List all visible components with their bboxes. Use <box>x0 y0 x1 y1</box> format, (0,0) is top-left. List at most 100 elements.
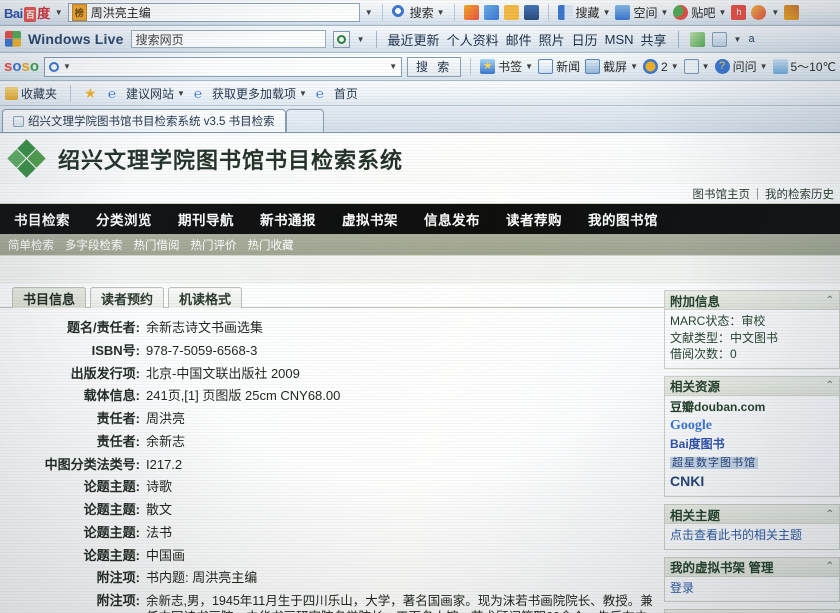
live-link-calendar[interactable]: 日历 <box>572 30 598 49</box>
windows-live-brand: Windows Live <box>28 31 124 47</box>
panel-header[interactable]: 附加信息 ⌃ <box>665 291 839 310</box>
subnav-item-popular-favorites[interactable]: 热门收藏 <box>248 237 294 253</box>
field-value[interactable]: 法书 <box>146 525 658 541</box>
page-title: 绍兴文理学院图书馆书目检索系统 <box>58 148 404 173</box>
chevron-up-icon[interactable]: ⌃ <box>826 561 834 572</box>
video-icon[interactable] <box>523 5 539 20</box>
subnav-item-multifield-search[interactable]: 多字段检索 <box>65 237 123 253</box>
field-value[interactable]: 余新志 <box>146 434 658 450</box>
zhidao-icon[interactable] <box>503 5 519 20</box>
suggested-sites-button[interactable]: ℮ 建议网站 ▼ <box>108 85 185 102</box>
nav-item-virtual-shelf[interactable]: 虚拟书架 <box>342 209 398 229</box>
favorites-button[interactable]: 收藏夹 <box>5 85 57 102</box>
baidu-search-button[interactable]: 搜索 ▼ <box>391 4 445 21</box>
link-library-home[interactable]: 图书馆主页 <box>693 186 751 202</box>
chevron-down-icon[interactable]: ▼ <box>389 62 397 71</box>
panel-header[interactable]: 我的虚拟书架 管理 ⌃ <box>665 557 839 577</box>
tab-reader-reservation[interactable]: 读者预约 <box>90 287 165 308</box>
field-label: 载体信息: <box>83 388 140 404</box>
baidu-tieba-button[interactable]: 贴吧 ▼ <box>673 4 726 21</box>
chevron-down-icon[interactable]: ▼ <box>357 35 365 44</box>
homepage-button[interactable]: ℮ 首页 <box>316 85 358 102</box>
tab-marc-format[interactable]: 机读格式 <box>168 287 243 308</box>
baidu-soucang-button[interactable]: 搜藏 ▼ <box>557 4 610 21</box>
nav-item-reader-recommend[interactable]: 读者荐购 <box>506 209 562 229</box>
translate-icon[interactable]: a <box>748 32 763 47</box>
live-link-profile[interactable]: 个人资料 <box>447 30 499 49</box>
message-icon[interactable] <box>751 5 767 20</box>
soso-gift-button[interactable]: 2 ▼ <box>643 59 679 74</box>
page-content: 绍兴文理学院图书馆书目检索系统 图书馆主页 | 我的检索历史 书目检索 分类浏览… <box>0 134 840 613</box>
baidu-search-input[interactable]: 榜 周洪亮主编 <box>67 3 360 22</box>
live-link-mail[interactable]: 邮件 <box>506 30 532 49</box>
soso-capture-button[interactable]: 截屏 ▼ <box>585 58 638 75</box>
chevron-down-icon[interactable]: ▼ <box>55 8 63 17</box>
nav-item-category-browse[interactable]: 分类浏览 <box>96 209 152 229</box>
soso-logo[interactable]: soso <box>4 58 39 75</box>
news-icon <box>538 59 554 74</box>
content-area: 书目信息 读者预约 机读格式 题名/责任者: 余新志诗文书画选集 ISBN号: … <box>0 284 840 613</box>
soso-weather-widget[interactable]: 5～10℃ <box>772 58 836 75</box>
chevron-up-icon[interactable]: ⌃ <box>826 380 834 391</box>
star-yellow-icon[interactable]: ★ <box>84 85 99 101</box>
live-link-msn[interactable]: MSN <box>605 32 634 47</box>
baidu-logo[interactable]: Bai 百度 <box>4 3 50 22</box>
field-value: 书内题: 周洪亮主编 <box>146 570 258 586</box>
soso-news-button[interactable]: 新闻 <box>538 58 580 75</box>
hi-icon[interactable]: h <box>731 5 747 20</box>
nav-item-catalog-search[interactable]: 书目检索 <box>14 209 70 229</box>
panel-header[interactable]: 相关资源 ⌃ <box>665 376 839 396</box>
field-value[interactable]: 诗歌 <box>146 479 658 495</box>
chevron-up-icon[interactable]: ⌃ <box>826 509 834 520</box>
resource-link-google[interactable]: Google <box>670 416 834 436</box>
subnav-item-popular-borrow[interactable]: 热门借阅 <box>134 237 180 253</box>
soso-wenwen-button[interactable]: ? 问问 ▼ <box>714 58 768 75</box>
chevron-down-icon[interactable]: ▼ <box>734 35 742 44</box>
field-value[interactable]: 周洪亮 <box>146 411 658 427</box>
login-link[interactable]: 登录 <box>670 581 694 595</box>
music-icon[interactable] <box>463 5 479 20</box>
pencil-icon[interactable] <box>784 5 800 20</box>
field-value[interactable]: 中国画 <box>146 548 658 564</box>
image-icon[interactable] <box>483 5 499 20</box>
resource-link-baidu-book[interactable]: Bai度图书 <box>670 436 834 453</box>
nav-item-announcements[interactable]: 信息发布 <box>424 209 480 229</box>
soso-bookmark-button[interactable]: ★ 书签 ▼ <box>480 58 533 75</box>
resource-link-cnki[interactable]: CNKI <box>670 471 834 491</box>
chevron-up-icon[interactable]: ⌃ <box>826 295 834 306</box>
resource-link-douban[interactable]: 豆瓣douban.com <box>670 399 834 416</box>
soso-search-input[interactable]: ▼ ▼ <box>44 56 403 77</box>
soso-mail-button[interactable]: ▼ <box>683 59 710 74</box>
field-value[interactable]: 散文 <box>146 502 658 518</box>
live-link-recent[interactable]: 最近更新 <box>388 30 440 49</box>
live-link-share[interactable]: 共享 <box>641 30 667 49</box>
subnav-item-simple-search[interactable]: 简单检索 <box>8 237 54 253</box>
info-label: 文献类型： <box>670 330 731 345</box>
related-subjects-link[interactable]: 点击查看此书的相关主题 <box>670 528 802 542</box>
nav-item-new-books[interactable]: 新书通报 <box>260 209 316 229</box>
nav-item-journal-nav[interactable]: 期刊导航 <box>178 209 234 229</box>
panel-additional-info: 附加信息 ⌃ MARC状态：审校 文献类型：中文图书 借阅次数：0 <box>664 290 840 369</box>
live-link-photos[interactable]: 照片 <box>539 30 565 49</box>
subnav-item-popular-rating[interactable]: 热门评价 <box>191 237 237 253</box>
divider: | <box>756 187 759 200</box>
live-search-input[interactable]: 搜索网页 <box>130 30 326 48</box>
tab-bibliographic-info[interactable]: 书目信息 <box>12 287 87 308</box>
resource-link-chaoxing[interactable]: 超星数字图书馆 <box>670 454 834 471</box>
baidu-input-chevron-down-icon[interactable]: ▼ <box>365 8 373 17</box>
browser-tab-active[interactable]: 绍兴文理学院图书馆书目检索系统 v3.5 书目检索 <box>2 109 286 132</box>
live-search-go-button[interactable] <box>332 30 350 48</box>
field-label: ISBN号: <box>91 342 140 358</box>
map-icon[interactable] <box>689 31 705 47</box>
cnki-logo: CNKI <box>670 472 705 489</box>
mail-icon[interactable] <box>711 31 727 47</box>
panel-header[interactable]: 相关主题 ⌃ <box>665 505 839 525</box>
chevron-down-icon[interactable]: ▼ <box>771 8 779 17</box>
browser-tab-new[interactable] <box>285 109 324 132</box>
link-search-history[interactable]: 我的检索历史 <box>765 186 834 202</box>
nav-item-my-library[interactable]: 我的图书馆 <box>588 209 658 229</box>
baidu-kongjian-button[interactable]: 空间 ▼ <box>615 4 668 21</box>
get-more-addons-button[interactable]: ℮ 获取更多加载项 ▼ <box>194 85 307 102</box>
soso-search-button[interactable]: 搜 索 <box>407 56 462 77</box>
field-value[interactable]: I217.2 <box>146 457 658 473</box>
